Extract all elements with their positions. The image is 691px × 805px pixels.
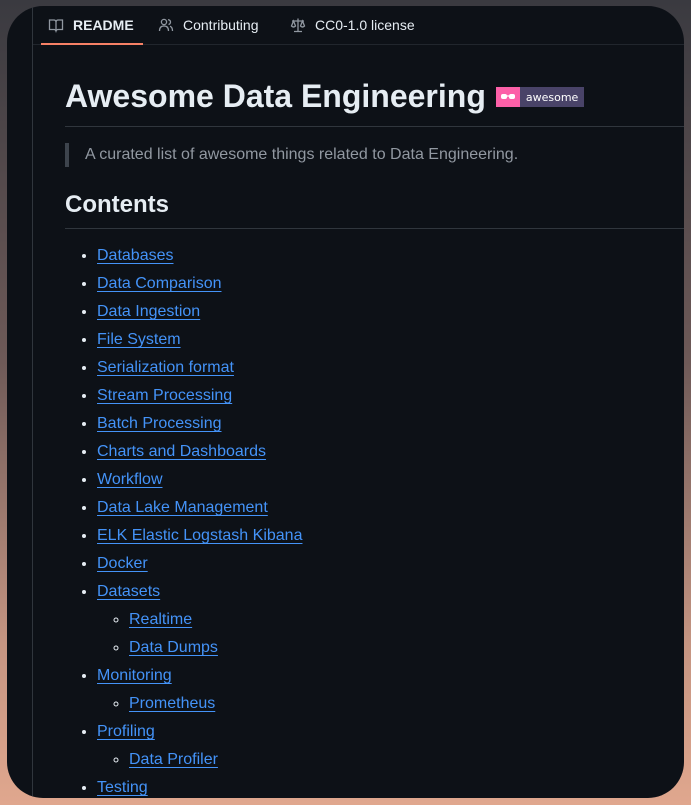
list-item: Docker xyxy=(97,552,302,576)
toc-link[interactable]: File System xyxy=(97,331,181,348)
list-item: Batch Processing xyxy=(97,412,302,436)
left-border xyxy=(32,6,33,798)
list-item: Testing xyxy=(97,776,302,798)
sub-list-item: Prometheus xyxy=(129,692,302,716)
list-item: ELK Elastic Logstash Kibana xyxy=(97,524,302,548)
list-item: Charts and Dashboards xyxy=(97,440,302,464)
awesome-badge[interactable]: awesome xyxy=(495,87,585,107)
toc-link[interactable]: Testing xyxy=(97,779,148,796)
list-item: Data Ingestion xyxy=(97,300,302,324)
toc-link[interactable]: Databases xyxy=(97,247,174,264)
tab-contributing-label: Contributing xyxy=(183,17,259,33)
toc-link[interactable]: Data Ingestion xyxy=(97,303,200,320)
list-item: Databases xyxy=(97,244,302,268)
list-item: Profiling Data Profiler xyxy=(97,720,302,772)
page-title: Awesome Data Engineering xyxy=(65,78,486,114)
sub-list: Data Profiler xyxy=(97,748,302,772)
people-icon xyxy=(158,17,174,33)
toc-sublink[interactable]: Data Dumps xyxy=(129,639,218,656)
tab-license-label: CC0-1.0 license xyxy=(315,17,415,33)
toc-link[interactable]: Workflow xyxy=(97,471,163,488)
contents-heading: Contents xyxy=(65,191,169,218)
toc-sublink[interactable]: Realtime xyxy=(129,611,192,628)
readme-tabs: README Contributing CC0-1.0 license xyxy=(33,6,684,45)
sub-list-item: Data Profiler xyxy=(129,748,302,772)
readme-title-row: Awesome Data Engineering awesome xyxy=(65,76,585,116)
tab-license[interactable]: CC0-1.0 license xyxy=(290,6,415,44)
book-icon xyxy=(48,17,64,33)
list-item: Data Lake Management xyxy=(97,496,302,520)
toc-link[interactable]: Monitoring xyxy=(97,667,172,684)
description-quote: A curated list of awesome things related… xyxy=(65,143,518,167)
list-item: Workflow xyxy=(97,468,302,492)
table-of-contents: Databases Data Comparison Data Ingestion… xyxy=(65,244,302,798)
toc-link[interactable]: Charts and Dashboards xyxy=(97,443,266,460)
tab-contributing[interactable]: Contributing xyxy=(158,6,259,44)
toc-link[interactable]: Stream Processing xyxy=(97,387,232,404)
toc-link[interactable]: Data Lake Management xyxy=(97,499,268,516)
law-scale-icon xyxy=(290,17,306,33)
list-item: Data Comparison xyxy=(97,272,302,296)
list-item: Datasets Realtime Data Dumps xyxy=(97,580,302,660)
sub-list: Realtime Data Dumps xyxy=(97,608,302,660)
tab-readme[interactable]: README xyxy=(41,6,143,45)
sub-list: Prometheus xyxy=(97,692,302,716)
list-item: Stream Processing xyxy=(97,384,302,408)
toc-link[interactable]: Batch Processing xyxy=(97,415,222,432)
toc-link[interactable]: Profiling xyxy=(97,723,155,740)
toc-link[interactable]: Docker xyxy=(97,555,148,572)
toc-link[interactable]: Data Comparison xyxy=(97,275,222,292)
toc-link[interactable]: ELK Elastic Logstash Kibana xyxy=(97,527,302,544)
toc-sublink[interactable]: Data Profiler xyxy=(129,751,218,768)
toc-link[interactable]: Datasets xyxy=(97,583,160,600)
toc-sublink[interactable]: Prometheus xyxy=(129,695,215,712)
tab-readme-label: README xyxy=(73,17,134,33)
readme-window: README Contributing CC0-1.0 license Awes… xyxy=(7,6,684,798)
badge-label: awesome xyxy=(519,87,585,107)
toc-link[interactable]: Serialization format xyxy=(97,359,234,376)
contents-divider xyxy=(65,228,684,229)
list-item: Serialization format xyxy=(97,356,302,380)
title-divider xyxy=(65,126,684,127)
sub-list-item: Realtime xyxy=(129,608,302,632)
list-item: File System xyxy=(97,328,302,352)
sub-list-item: Data Dumps xyxy=(129,636,302,660)
list-item: Monitoring Prometheus xyxy=(97,664,302,716)
sunglasses-icon xyxy=(495,87,520,107)
